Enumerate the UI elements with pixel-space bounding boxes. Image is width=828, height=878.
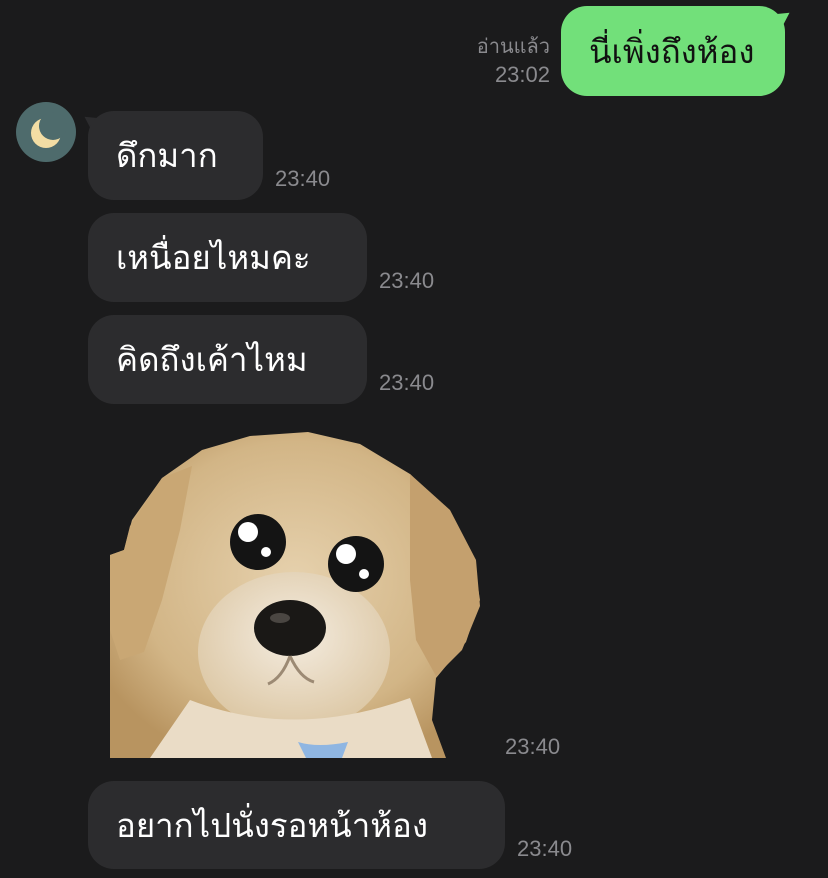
incoming-message-text: อยากไปนั่งรอหน้าห้อง bbox=[116, 805, 428, 845]
incoming-timestamp: 23:40 bbox=[379, 268, 435, 293]
outgoing-message-bubble[interactable]: นี่เพิ่งถึงห้อง bbox=[561, 6, 785, 96]
incoming-message-text: เหนื่อยไหมคะ bbox=[116, 238, 311, 277]
incoming-message-bubble[interactable]: คิดถึงเค้าไหม bbox=[88, 315, 367, 404]
incoming-timestamp: 23:40 bbox=[379, 370, 435, 395]
incoming-message-text: ดึกมาก bbox=[116, 136, 218, 175]
incoming-message-bubble[interactable]: ดึกมาก bbox=[88, 111, 263, 200]
outgoing-meta: อ่านแล้ว 23:02 bbox=[477, 33, 550, 89]
contact-avatar[interactable] bbox=[16, 102, 76, 162]
read-receipt: อ่านแล้ว bbox=[476, 36, 550, 58]
incoming-timestamp: 23:40 bbox=[275, 166, 331, 191]
outgoing-timestamp: 23:02 bbox=[494, 62, 550, 87]
sticker-timestamp: 23:40 bbox=[505, 734, 561, 759]
outgoing-message-text: นี่เพิ่งถึงห้อง bbox=[589, 31, 755, 71]
incoming-message-text: คิดถึงเค้าไหม bbox=[116, 340, 308, 379]
moon-icon bbox=[31, 112, 67, 148]
incoming-message-bubble[interactable]: อยากไปนั่งรอหน้าห้อง bbox=[88, 781, 505, 869]
incoming-message-bubble[interactable]: เหนื่อยไหมคะ bbox=[88, 213, 367, 302]
puppy-sticker[interactable] bbox=[110, 430, 482, 758]
incoming-timestamp: 23:40 bbox=[517, 836, 573, 861]
